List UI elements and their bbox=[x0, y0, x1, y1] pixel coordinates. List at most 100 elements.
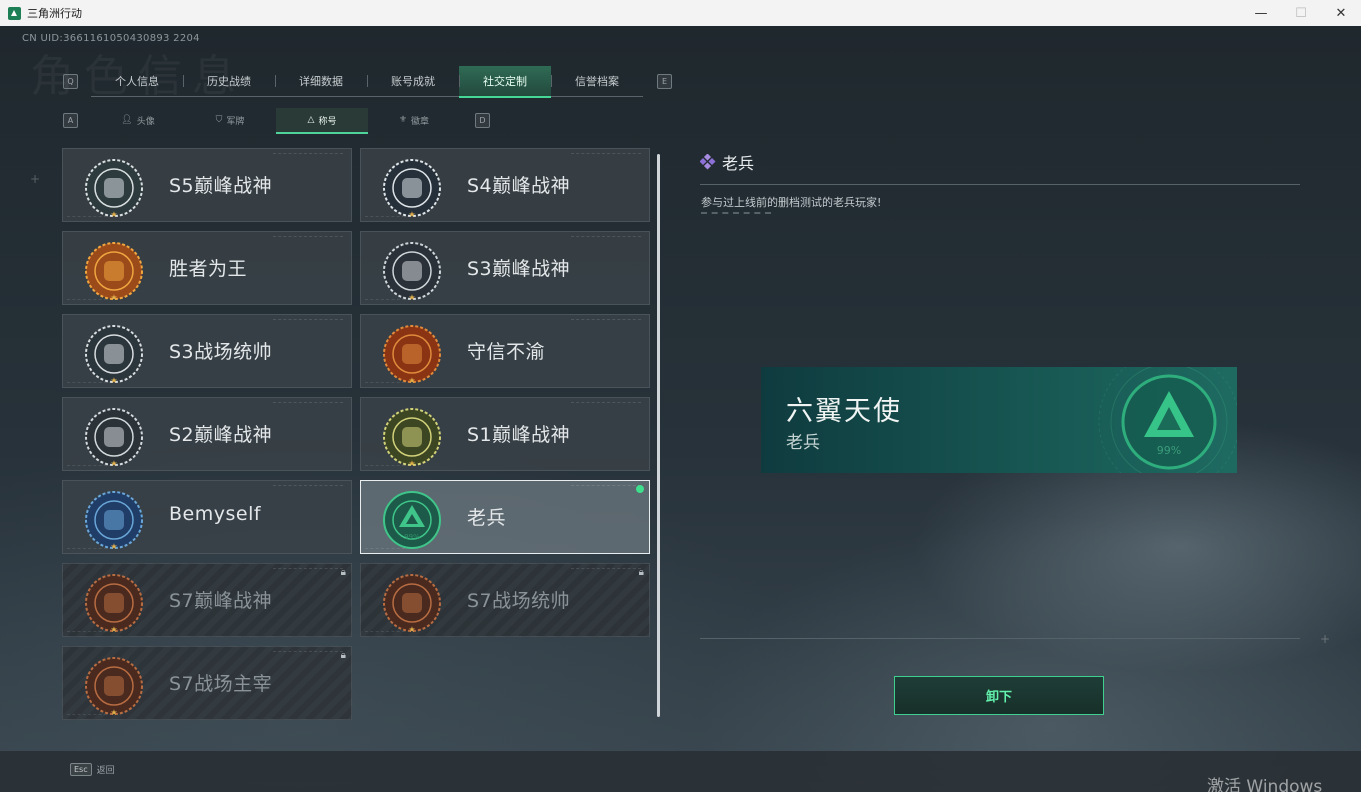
keyhint-e: E bbox=[657, 74, 672, 89]
svg-text:★: ★ bbox=[408, 293, 415, 302]
title-card-label: 守信不渝 bbox=[467, 341, 546, 363]
title-card[interactable]: ★ S7战场统帅 🔒︎ bbox=[360, 563, 650, 637]
lock-icon: 🔒︎ bbox=[638, 567, 644, 578]
title-card[interactable]: ★ S3战场统帅 bbox=[62, 314, 352, 388]
esc-key: Esc bbox=[70, 763, 92, 776]
blue-helmet-signature-medal-icon: ★ bbox=[85, 491, 143, 551]
divider bbox=[701, 212, 771, 214]
gold-medal-medal-icon: ★ bbox=[85, 242, 143, 302]
dogtag-icon: ⛉ bbox=[215, 115, 223, 125]
crocodile-medal-icon: ★ bbox=[383, 408, 441, 468]
card-decoration bbox=[273, 651, 343, 653]
title-card-label: S4巅峰战神 bbox=[467, 175, 571, 197]
title-card[interactable]: ★ 胜者为王 bbox=[62, 231, 352, 305]
globe-eagle-medal-icon: ★ bbox=[383, 242, 441, 302]
title-card[interactable]: ★ S5巅峰战神 bbox=[62, 148, 352, 222]
list-scrollbar[interactable] bbox=[657, 154, 660, 717]
banner-title: 老兵 bbox=[786, 433, 820, 453]
svg-text:★: ★ bbox=[408, 210, 415, 219]
svg-text:★: ★ bbox=[408, 376, 415, 385]
title-card[interactable]: ★ Bemyself bbox=[62, 480, 352, 554]
tab-social-custom[interactable]: 社交定制 bbox=[459, 66, 551, 98]
card-decoration bbox=[571, 568, 641, 570]
card-decoration bbox=[571, 153, 641, 155]
svg-text:★: ★ bbox=[110, 708, 117, 717]
title-card-label: S7巅峰战神 bbox=[169, 590, 273, 612]
tab-achievements[interactable]: 账号成就 bbox=[367, 66, 459, 96]
title-card[interactable]: ★ S3巅峰战神 bbox=[360, 231, 650, 305]
tab-detailed-data[interactable]: 详细数据 bbox=[275, 66, 367, 96]
title-card[interactable]: ★ S1巅峰战神 bbox=[360, 397, 650, 471]
title-card[interactable]: ★ S7战场主宰 🔒︎ bbox=[62, 646, 352, 720]
card-decoration bbox=[273, 319, 343, 321]
title-card[interactable]: 99% 老兵 bbox=[360, 480, 650, 554]
card-decoration bbox=[273, 485, 343, 487]
title-card-label: 胜者为王 bbox=[169, 258, 248, 280]
title-card-label: 老兵 bbox=[467, 507, 507, 529]
subtab-dogtag[interactable]: ⛉ 军牌 bbox=[184, 108, 276, 132]
equipped-indicator-icon bbox=[636, 485, 644, 493]
tank-medal-icon: ★ bbox=[85, 325, 143, 385]
title-preview-banner: 六翼天使 老兵 99% bbox=[761, 367, 1237, 473]
window-titlebar: 三角洲行动 — ☐ ✕ bbox=[0, 0, 1361, 26]
crosshair-decoration-icon: + bbox=[30, 172, 41, 186]
back-button[interactable]: Esc 返回 bbox=[70, 763, 115, 776]
maximize-button[interactable]: ☐ bbox=[1281, 0, 1321, 26]
title-card[interactable]: ★ S2巅峰战神 bbox=[62, 397, 352, 471]
close-button[interactable]: ✕ bbox=[1321, 0, 1361, 26]
title-card-label: S3巅峰战神 bbox=[467, 258, 571, 280]
minimize-button[interactable]: — bbox=[1241, 0, 1281, 26]
title-card[interactable]: ★ S7巅峰战神 🔒︎ bbox=[62, 563, 352, 637]
warrior-face-medal-icon: ★ bbox=[85, 657, 143, 717]
unequip-button[interactable]: 卸下 bbox=[894, 676, 1104, 715]
lock-icon: 🔒︎ bbox=[340, 567, 346, 578]
window-title: 三角洲行动 bbox=[27, 7, 82, 20]
crosshair-decoration-icon: + bbox=[1320, 632, 1331, 646]
card-decoration bbox=[571, 236, 641, 238]
card-decoration bbox=[273, 153, 343, 155]
subtab-title[interactable]: △ 称号 bbox=[276, 108, 368, 134]
detail-title: 老兵 bbox=[722, 154, 755, 173]
footer-bar bbox=[0, 751, 1361, 792]
svg-text:★: ★ bbox=[110, 625, 117, 634]
sub-tabs: 👤︎ 头像 ⛉ 军牌 △ 称号 ⚜ 徽章 bbox=[92, 108, 460, 134]
person-icon: 👤︎ bbox=[121, 115, 133, 125]
detail-heading: 老兵 bbox=[700, 150, 754, 174]
card-decoration bbox=[571, 485, 641, 487]
subtab-badge[interactable]: ⚜ 徽章 bbox=[368, 108, 460, 132]
title-card-label: S2巅峰战神 bbox=[169, 424, 273, 446]
tab-credit-record[interactable]: 信誉档案 bbox=[551, 66, 643, 96]
title-card[interactable]: ★ 守信不渝 bbox=[360, 314, 650, 388]
detail-description: 参与过上线前的删档测试的老兵玩家! bbox=[701, 196, 882, 209]
vehicle-medal-icon: ★ bbox=[383, 574, 441, 634]
rifle-medal-icon: ★ bbox=[85, 574, 143, 634]
title-card-label: S7战场主宰 bbox=[169, 673, 273, 695]
lock-icon: 🔒︎ bbox=[340, 650, 346, 661]
svg-text:★: ★ bbox=[408, 459, 415, 468]
title-card[interactable]: ★ S4巅峰战神 bbox=[360, 148, 650, 222]
card-decoration bbox=[273, 402, 343, 404]
keyhint-d: D bbox=[475, 113, 490, 128]
badge-icon: ⚜ bbox=[398, 115, 408, 125]
tab-personal-info[interactable]: 个人信息 bbox=[91, 66, 183, 96]
uid-label: CN UID:3661161050430893 2204 bbox=[22, 33, 200, 44]
svg-text:★: ★ bbox=[110, 459, 117, 468]
title-card-label: S1巅峰战神 bbox=[467, 424, 571, 446]
title-card-label: S7战场统帅 bbox=[467, 590, 571, 612]
card-decoration bbox=[571, 319, 641, 321]
svg-text:★: ★ bbox=[110, 542, 117, 551]
divider bbox=[700, 638, 1300, 639]
title-card-label: S5巅峰战神 bbox=[169, 175, 273, 197]
helmet-goggles-medal-icon: ★ bbox=[383, 159, 441, 219]
svg-text:★: ★ bbox=[408, 625, 415, 634]
card-decoration bbox=[273, 236, 343, 238]
main-tabs: 个人信息 历史战绩 详细数据 账号成就 社交定制 信誉档案 bbox=[91, 66, 643, 98]
svg-text:99%: 99% bbox=[1157, 444, 1181, 457]
skull-soldier-medal-icon: ★ bbox=[85, 159, 143, 219]
keyhint-a: A bbox=[63, 113, 78, 128]
triangle-icon: △ bbox=[307, 115, 315, 125]
game-screen: 角色信息 CN UID:3661161050430893 2204 + + Q … bbox=[0, 26, 1361, 792]
tab-history[interactable]: 历史战绩 bbox=[183, 66, 275, 96]
svg-text:★: ★ bbox=[110, 293, 117, 302]
subtab-avatar[interactable]: 👤︎ 头像 bbox=[92, 108, 184, 132]
